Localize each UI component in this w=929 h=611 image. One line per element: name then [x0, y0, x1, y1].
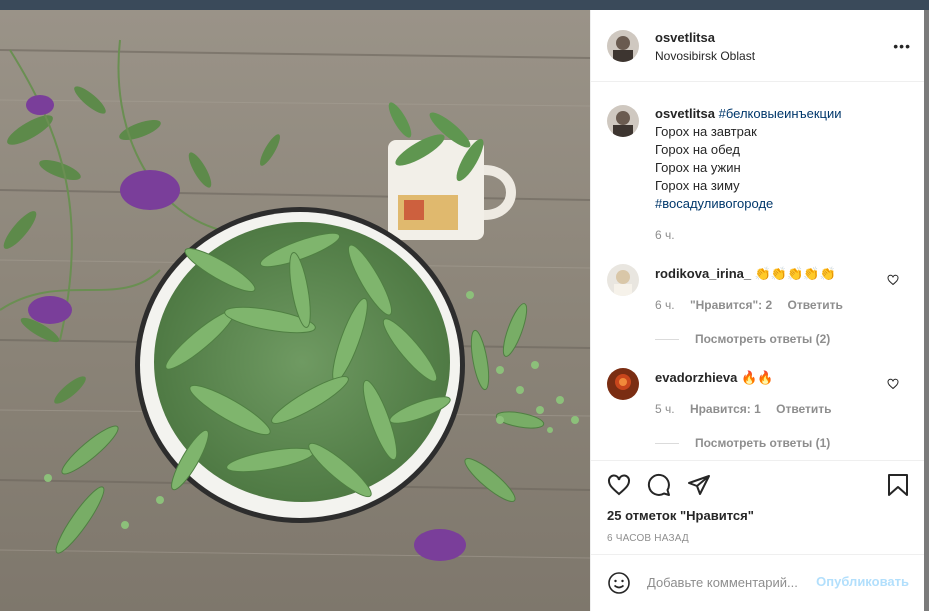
- post-image[interactable]: [0, 10, 590, 611]
- reply-button[interactable]: Ответить: [787, 298, 842, 312]
- caption-hashtag-2[interactable]: #восадуливогороде: [655, 195, 905, 213]
- view-replies-label: Посмотреть ответы (2): [695, 332, 831, 346]
- caption-time[interactable]: 6 ч.: [655, 228, 675, 242]
- comment-meta: 5 ч. Нравится: 1 Ответить: [655, 402, 832, 416]
- share-direct-icon[interactable]: [687, 473, 711, 497]
- post-header: osvetlitsa Novosibirsk Oblast •••: [591, 10, 925, 82]
- caption-line: Горох на зиму: [655, 178, 740, 193]
- author-username[interactable]: osvetlitsa: [655, 30, 715, 45]
- publish-button[interactable]: Опубликовать: [816, 574, 909, 589]
- save-bookmark-icon[interactable]: [887, 473, 909, 497]
- posted-time[interactable]: 6 ЧАСОВ НАЗАД: [607, 533, 689, 544]
- like-comment-heart-icon[interactable]: [887, 274, 899, 286]
- comment-text: 🔥🔥: [741, 370, 774, 385]
- more-options-button[interactable]: •••: [893, 38, 911, 54]
- top-strip: [0, 0, 929, 10]
- comment-text: 👏👏👏👏👏: [754, 266, 836, 281]
- caption-line: Горох на ужин: [655, 160, 741, 175]
- replies-divider: [655, 339, 679, 341]
- comment-body: evadorzhieva 🔥🔥: [655, 370, 773, 386]
- view-replies-label: Посмотреть ответы (1): [695, 436, 831, 450]
- caption-avatar[interactable]: [607, 105, 639, 137]
- right-gap: [924, 10, 929, 611]
- like-heart-icon[interactable]: [607, 473, 631, 497]
- comment-author[interactable]: rodikova_irina_: [655, 266, 751, 281]
- comment-avatar-image: [607, 264, 639, 296]
- location-link[interactable]: Novosibirsk Oblast: [655, 49, 755, 63]
- comment-avatar[interactable]: [607, 368, 639, 400]
- likes-count[interactable]: 25 отметок "Нравится": [607, 508, 754, 523]
- post-actions: 25 отметок "Нравится" 6 ЧАСОВ НАЗАД: [591, 460, 925, 544]
- caption-line: Горох на обед: [655, 142, 740, 157]
- emoji-smile-icon[interactable]: [607, 571, 631, 595]
- post-side-panel: osvetlitsa Novosibirsk Oblast ••• osvetl…: [590, 10, 925, 611]
- comment-body: rodikova_irina_ 👏👏👏👏👏: [655, 266, 836, 282]
- comment-author[interactable]: evadorzhieva: [655, 370, 737, 385]
- reply-button[interactable]: Ответить: [776, 402, 831, 416]
- caption-hashtag-1[interactable]: #белковыеинъекции: [719, 106, 842, 121]
- comment-meta: 6 ч. "Нравится": 2 Ответить: [655, 298, 843, 312]
- view-replies[interactable]: Посмотреть ответы (1): [655, 436, 830, 450]
- view-replies[interactable]: Посмотреть ответы (2): [655, 332, 830, 346]
- comment-likes[interactable]: Нравится: 1: [690, 402, 761, 416]
- caption-author[interactable]: osvetlitsa: [655, 106, 715, 121]
- comment-avatar[interactable]: [607, 264, 639, 296]
- author-avatar-image: [607, 30, 639, 62]
- comment-bubble-icon[interactable]: [647, 473, 671, 497]
- comment-time[interactable]: 6 ч.: [655, 298, 675, 312]
- author-avatar[interactable]: [607, 30, 639, 62]
- like-comment-heart-icon[interactable]: [887, 378, 899, 390]
- peas-photo: [0, 10, 590, 611]
- comment-likes[interactable]: "Нравится": 2: [690, 298, 772, 312]
- caption: osvetlitsa #белковыеинъекции Горох на за…: [655, 105, 905, 213]
- caption-line: Горох на завтрак: [655, 124, 757, 139]
- caption-avatar-image: [607, 105, 639, 137]
- comment-avatar-image: [607, 368, 639, 400]
- add-comment-bar: Добавьте комментарий... Опубликовать: [591, 554, 925, 611]
- comment-time[interactable]: 5 ч.: [655, 402, 675, 416]
- replies-divider: [655, 443, 679, 445]
- comment-input[interactable]: Добавьте комментарий...: [647, 575, 798, 590]
